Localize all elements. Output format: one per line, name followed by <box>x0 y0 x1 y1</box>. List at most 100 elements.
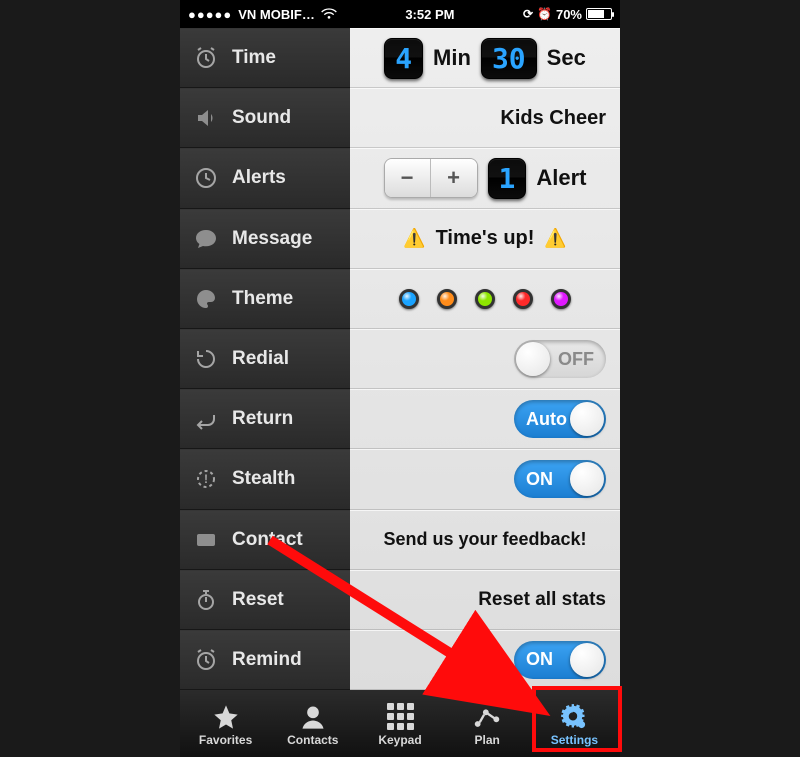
tab-keypad[interactable]: Keypad <box>356 696 443 754</box>
redial-toggle[interactable]: OFF <box>514 340 606 378</box>
theme-color-orange[interactable] <box>437 289 457 309</box>
redial-icon <box>192 345 220 373</box>
sidebar-item-label: Reset <box>232 589 284 611</box>
phone-frame: ●●●●● VN MOBIF… 3:52 PM ⟳ ⏰ 70% <box>180 0 620 757</box>
battery-pct: 70% <box>556 7 582 22</box>
sidebar-item-label: Time <box>232 47 276 69</box>
tab-contacts[interactable]: Contacts <box>269 696 356 754</box>
statusbar: ●●●●● VN MOBIF… 3:52 PM ⟳ ⏰ 70% <box>180 0 620 28</box>
screenshot-stage: ●●●●● VN MOBIF… 3:52 PM ⟳ ⏰ 70% <box>0 0 800 757</box>
stealth-row: ON <box>350 449 620 509</box>
speaker-icon <box>192 104 220 132</box>
theme-color-red[interactable] <box>513 289 533 309</box>
contact-row[interactable]: Send us your feedback! <box>350 510 620 570</box>
carrier-label: VN MOBIF… <box>238 7 315 22</box>
toggle-label: Auto <box>526 409 567 430</box>
message-text: Time's up! <box>436 227 535 250</box>
toggle-knob <box>570 402 604 436</box>
tab-label: Plan <box>475 733 500 747</box>
contact-text: Send us your feedback! <box>383 529 586 550</box>
sidebar-item-label: Alerts <box>232 167 286 189</box>
stopwatch-icon <box>192 586 220 614</box>
alerts-stepper[interactable]: − + <box>384 158 478 198</box>
theme-dots <box>399 289 571 309</box>
sidebar-item-return[interactable]: Return <box>180 389 350 449</box>
stealth-toggle[interactable]: ON <box>514 460 606 498</box>
sidebar-item-theme[interactable]: Theme <box>180 269 350 329</box>
envelope-icon <box>192 526 220 554</box>
tab-settings[interactable]: Settings <box>531 696 618 754</box>
theme-color-blue[interactable] <box>399 289 419 309</box>
theme-color-pink[interactable] <box>551 289 571 309</box>
person-icon <box>298 703 328 731</box>
sidebar-item-label: Return <box>232 408 293 430</box>
sidebar-item-label: Theme <box>232 288 293 310</box>
star-icon <box>211 703 241 731</box>
seconds-display[interactable]: 30 <box>481 38 537 79</box>
sidebar-item-redial[interactable]: Redial <box>180 329 350 389</box>
tab-label: Settings <box>551 733 598 747</box>
sound-value: Kids Cheer <box>500 107 606 130</box>
tab-plan[interactable]: Plan <box>444 696 531 754</box>
stealth-icon: ! <box>192 465 220 493</box>
return-toggle[interactable]: Auto <box>514 400 606 438</box>
content: Time Sound Alerts <box>180 28 620 690</box>
sidebar-item-alerts[interactable]: Alerts <box>180 148 350 208</box>
sidebar-item-message[interactable]: Message <box>180 209 350 269</box>
sidebar-item-label: Sound <box>232 107 291 129</box>
toggle-label: OFF <box>558 349 594 370</box>
sidebar-item-label: Redial <box>232 348 289 370</box>
alerts-count-display[interactable]: 1 <box>488 158 527 199</box>
sidebar-item-remind[interactable]: Remind <box>180 630 350 690</box>
toggle-label: ON <box>526 469 553 490</box>
statusbar-right: ⟳ ⏰ 70% <box>523 7 612 22</box>
clock-alarm-icon <box>192 44 220 72</box>
message-row[interactable]: ⚠️ Time's up! ⚠️ <box>350 209 620 269</box>
tabbar: Favorites Contacts Keypad Plan Settings <box>180 690 620 757</box>
tab-favorites[interactable]: Favorites <box>182 696 269 754</box>
settings-sidebar: Time Sound Alerts <box>180 28 350 690</box>
clock-alarm-icon <box>192 646 220 674</box>
wifi-icon <box>321 8 337 20</box>
reset-text: Reset all stats <box>478 589 606 611</box>
clock-icon <box>192 164 220 192</box>
speech-bubble-icon <box>192 225 220 253</box>
return-row: Auto <box>350 389 620 449</box>
alerts-label: Alert <box>536 165 586 191</box>
stepper-minus-button[interactable]: − <box>385 159 431 197</box>
orientation-lock-icon: ⟳ <box>523 7 533 21</box>
sidebar-item-label: Stealth <box>232 468 295 490</box>
sidebar-item-contact[interactable]: Contact <box>180 510 350 570</box>
remind-toggle[interactable]: ON <box>514 641 606 679</box>
settings-main: 4 Min 30 Sec Kids Cheer − + 1 Alert <box>350 28 620 690</box>
toggle-knob <box>570 462 604 496</box>
palette-icon <box>192 285 220 313</box>
sidebar-item-reset[interactable]: Reset <box>180 570 350 630</box>
sidebar-item-label: Contact <box>232 529 303 551</box>
statusbar-left: ●●●●● VN MOBIF… <box>188 7 337 22</box>
sidebar-item-stealth[interactable]: ! Stealth <box>180 449 350 509</box>
alarm-icon: ⏰ <box>537 7 552 21</box>
sidebar-item-time[interactable]: Time <box>180 28 350 88</box>
warning-icon: ⚠️ <box>544 228 566 249</box>
sound-row[interactable]: Kids Cheer <box>350 88 620 148</box>
reset-row[interactable]: Reset all stats <box>350 570 620 630</box>
theme-color-green[interactable] <box>475 289 495 309</box>
time-row[interactable]: 4 Min 30 Sec <box>350 28 620 88</box>
seconds-label: Sec <box>547 45 586 71</box>
sidebar-item-label: Remind <box>232 649 302 671</box>
plan-graph-icon <box>472 703 502 731</box>
tab-label: Keypad <box>378 733 421 747</box>
toggle-label: ON <box>526 649 553 670</box>
toggle-knob <box>570 643 604 677</box>
signal-dots-icon: ●●●●● <box>188 7 232 22</box>
redial-row: OFF <box>350 329 620 389</box>
stepper-plus-button[interactable]: + <box>431 159 477 197</box>
minutes-display[interactable]: 4 <box>384 38 423 79</box>
sidebar-item-label: Message <box>232 228 312 250</box>
statusbar-time: 3:52 PM <box>337 7 523 22</box>
gear-icon <box>559 703 589 731</box>
sidebar-item-sound[interactable]: Sound <box>180 88 350 148</box>
battery-icon <box>586 8 612 20</box>
theme-row <box>350 269 620 329</box>
